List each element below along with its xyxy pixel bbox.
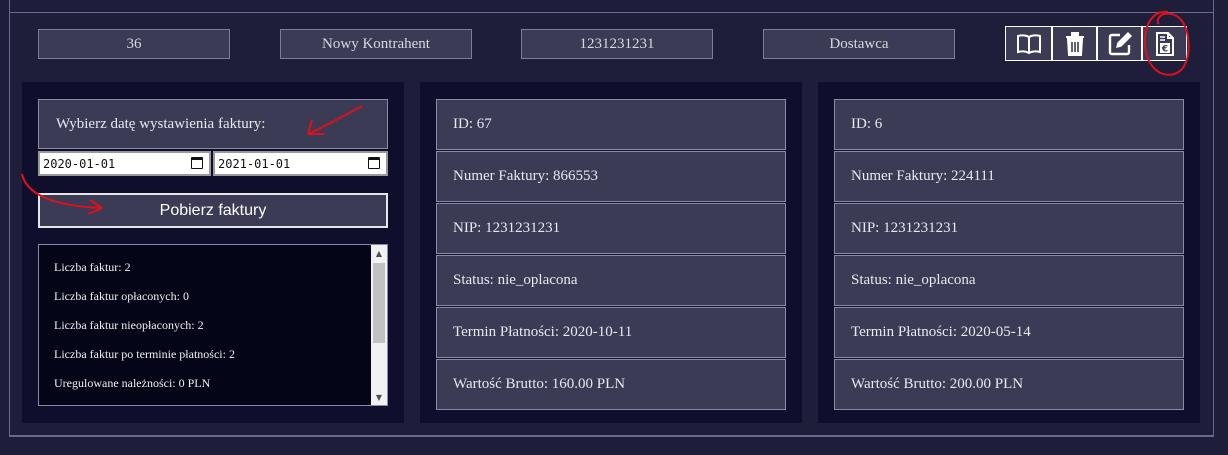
invoice-id: ID: 67 [436,99,786,150]
invoice-stats-list[interactable]: Liczba faktur: 2 Liczba faktur opłaconyc… [38,244,388,406]
calendar-icon[interactable] [191,157,203,169]
contractor-name-field: Nowy Kontrahent [280,29,472,59]
date-to-value: 2021-01-01 [218,156,291,171]
invoice-number: Numer Faktury: 224111 [834,151,1184,202]
edit-button[interactable] [1096,27,1141,60]
frame-divider [9,435,1214,436]
invoice-number: Numer Faktury: 866553 [436,151,786,202]
invoice-id: ID: 6 [834,99,1184,150]
stats-scrollbar[interactable]: ▲ ▼ [371,245,387,405]
frame-top-edge [9,0,1214,12]
stats-total: Liczba faktur: 2 [54,260,131,274]
invoice-gross-value: Wartość Brutto: 160.00 PLN [436,359,786,410]
contractor-type-field: Dostawca [763,29,955,59]
calendar-icon[interactable] [368,157,380,169]
scroll-thumb[interactable] [373,263,385,343]
svg-text:€: € [1160,44,1167,54]
delete-button[interactable] [1051,27,1096,60]
contractor-id-field: 36 [38,29,230,59]
invoice-nip: NIP: 1231231231 [834,203,1184,254]
scroll-down-arrow-icon[interactable]: ▼ [371,389,387,405]
stats-settled: Uregulowane należności: 0 PLN [54,376,211,390]
action-toolbar: € [1005,26,1187,61]
details-button[interactable] [1006,27,1051,60]
invoice-euro-icon: € [1155,31,1174,56]
invoice-due-date: Termin Płatności: 2020-10-11 [436,307,786,358]
trash-icon [1065,31,1084,56]
stats-paid: Liczba faktur opłaconych: 0 [54,289,189,303]
date-from-input[interactable]: 2020-01-01 [38,151,211,176]
date-filter-title: Wybierz datę wystawienia faktury: [38,99,388,149]
invoice-status: Status: nie_oplacona [834,255,1184,306]
date-from-value: 2020-01-01 [43,156,116,171]
invoice-nip: NIP: 1231231231 [436,203,786,254]
invoice-due-date: Termin Płatności: 2020-05-14 [834,307,1184,358]
date-to-input[interactable]: 2021-01-01 [213,151,388,176]
fetch-invoices-button[interactable]: Pobierz faktury [38,193,388,228]
scroll-up-arrow-icon[interactable]: ▲ [371,245,387,261]
contractor-nip-field: 1231231231 [521,29,713,59]
book-icon [1016,33,1041,54]
invoice-gross-value: Wartość Brutto: 200.00 PLN [834,359,1184,410]
stats-overdue: Liczba faktur po terminie płatności: 2 [54,347,235,361]
invoices-button[interactable]: € [1141,27,1186,60]
stats-unpaid: Liczba faktur nieopłaconych: 2 [54,318,204,332]
invoice-status: Status: nie_oplacona [436,255,786,306]
edit-icon [1108,31,1132,55]
